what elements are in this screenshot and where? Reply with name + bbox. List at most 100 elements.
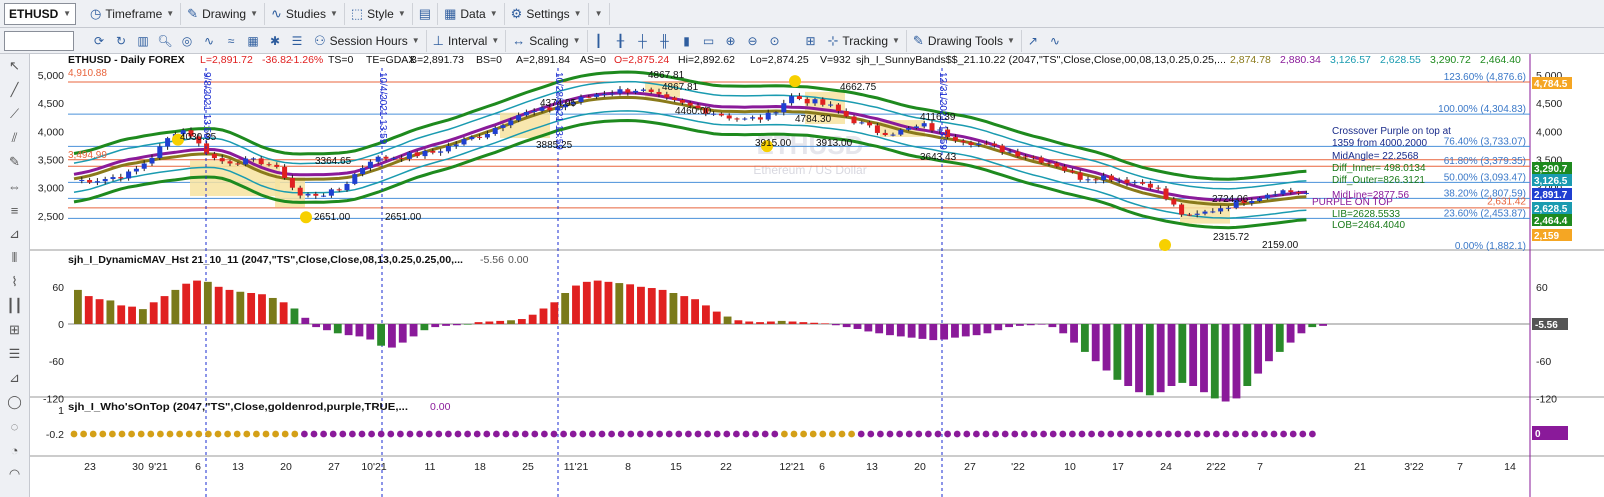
candle-icon[interactable]: ┃ xyxy=(588,31,610,51)
crosshair-grid-icon[interactable]: ⊞ xyxy=(800,31,822,51)
histogram-bar xyxy=(637,286,645,324)
levels-icon[interactable]: ☰ xyxy=(0,342,29,366)
circle-icon[interactable]: ◌ xyxy=(0,414,29,438)
histogram-bar xyxy=(1265,324,1273,362)
time-axis-label: 13 xyxy=(232,461,244,473)
zoom-icon[interactable]: 🔍︎ xyxy=(154,31,176,51)
whos-on-top-dot xyxy=(963,430,971,438)
panel-icon[interactable]: ▭ xyxy=(698,31,720,51)
whos-on-top-dot xyxy=(521,430,529,438)
wave-alt-icon[interactable]: ≈ xyxy=(220,31,242,51)
more-options[interactable]: ▼ xyxy=(589,2,610,25)
bar-chart-icon[interactable]: ▥ xyxy=(132,31,154,51)
bars-icon[interactable]: ┃┃ xyxy=(0,294,29,318)
chart-area[interactable]: ETHUSD Ethereum / US Dollar 9/8/2021 13:… xyxy=(30,54,1604,497)
gauge-icon[interactable]: ◔ xyxy=(0,438,29,462)
candle-body xyxy=(87,179,93,183)
target-icon[interactable]: ◎ xyxy=(176,31,198,51)
candle-body xyxy=(352,174,358,184)
whos-on-top-dot xyxy=(416,430,423,438)
interval-menu[interactable]: ⊥ Interval ▼ xyxy=(427,29,507,52)
pattern-icon[interactable]: ⌇ xyxy=(0,270,29,294)
grid-icon[interactable]: ▦ xyxy=(242,31,264,51)
whos-on-top-dot xyxy=(934,430,942,438)
indicator-icon[interactable]: ∿ xyxy=(1044,31,1066,51)
whos-on-top-dot xyxy=(425,430,433,438)
studies-menu[interactable]: ∿ Studies ▼ xyxy=(265,2,345,25)
symbol-selector[interactable]: ETHUSD ▼ xyxy=(4,2,76,25)
whos-on-top-dot xyxy=(70,430,78,438)
refresh-icon[interactable]: ⟳ xyxy=(88,31,110,51)
whos-on-top-dot xyxy=(1251,430,1259,438)
settings-label: Settings xyxy=(526,6,570,21)
chevron-down-icon: ▼ xyxy=(397,9,406,18)
price-annotation: 2651.00 xyxy=(385,212,422,223)
cursor-icon[interactable]: ↖ xyxy=(0,54,29,78)
zoom-out-icon[interactable]: ⊖ xyxy=(742,31,764,51)
ohlc-icon[interactable]: ┼ xyxy=(632,31,654,51)
channel-icon[interactable]: ⫽ xyxy=(0,126,29,150)
whos-on-top-title: sjh_I_Who'sOnTop (2047,"TS",Close,golden… xyxy=(68,401,408,413)
candle-body xyxy=(890,134,896,136)
candle-body xyxy=(258,158,264,165)
whos-on-top-dot xyxy=(1097,430,1105,438)
candle-alt-icon[interactable]: ╂ xyxy=(610,31,632,51)
time-axis-label: 15 xyxy=(670,461,682,473)
grid-tool-icon[interactable]: ⊞ xyxy=(0,318,29,342)
ohlc-alt-icon[interactable]: ╫ xyxy=(654,31,676,51)
chart-title: ETHUSD - Daily FOREX xyxy=(68,54,185,66)
quick-entry-field[interactable] xyxy=(4,30,74,51)
histogram-bar xyxy=(658,289,667,324)
price-annotation: 4030.35 xyxy=(180,132,217,143)
whos-on-top-dot xyxy=(1289,430,1297,438)
settings-menu[interactable]: ⚙ Settings ▼ xyxy=(505,2,589,25)
candle-body xyxy=(313,193,319,196)
style-menu[interactable]: ⬚ Style ▼ xyxy=(345,2,413,25)
whos-on-top-dot xyxy=(502,430,510,438)
whos-on-top-dot xyxy=(617,430,625,438)
whos-on-top-dot xyxy=(1107,430,1115,438)
histogram-bar xyxy=(323,324,331,331)
session-hours-menu[interactable]: ⚇ Session Hours ▼ xyxy=(308,29,427,52)
ray-icon[interactable]: ⟋ xyxy=(0,102,29,126)
histogram-bar xyxy=(810,322,819,324)
time-axis-label: 22 xyxy=(720,461,732,473)
fib-icon[interactable]: ≡ xyxy=(0,198,29,222)
line-icon[interactable]: ╱ xyxy=(0,78,29,102)
reload-icon[interactable]: ↻ xyxy=(110,31,132,51)
reset-zoom-icon[interactable]: ⊙ xyxy=(764,31,786,51)
scaling-menu[interactable]: ↔ Scaling ▼ xyxy=(506,29,588,52)
trend-icon[interactable]: ↗ xyxy=(1022,31,1044,51)
list-icon[interactable]: ☰ xyxy=(286,31,308,51)
tools-icon[interactable]: ✱ xyxy=(264,31,286,51)
ellipse-icon[interactable]: ◯ xyxy=(0,390,29,414)
whos-on-top-dot xyxy=(445,430,452,438)
gann-icon[interactable]: ⊿ xyxy=(0,222,29,246)
candle-body xyxy=(929,123,935,131)
main-toolbar: ETHUSD ▼ ◷ Timeframe ▼ ✎ Drawing ▼ ∿ Stu… xyxy=(0,0,1604,28)
right-axis-tick: 4,500 xyxy=(1536,98,1562,110)
drawing-tools-menu[interactable]: ✎ Drawing Tools ▼ xyxy=(907,29,1022,52)
arrow-icon[interactable]: ⇔ xyxy=(0,174,29,198)
whos-on-top-dot xyxy=(1222,430,1230,438)
volume-icon[interactable]: ▮ xyxy=(676,31,698,51)
zoom-in-icon[interactable]: ⊕ xyxy=(720,31,742,51)
cycle-icon[interactable]: ⦀ xyxy=(0,246,29,270)
pen-icon[interactable]: ✎ xyxy=(0,150,29,174)
data-menu[interactable]: ▦ Data ▼ xyxy=(438,2,505,25)
time-axis-label: 12'21 xyxy=(779,461,805,473)
wave-icon[interactable]: ∿ xyxy=(198,31,220,51)
histogram-bar xyxy=(647,288,656,324)
layout-button[interactable]: ▤ xyxy=(413,2,439,25)
whos-on-top-dot xyxy=(512,430,519,438)
arc-icon[interactable]: ◠ xyxy=(0,462,29,486)
chevron-down-icon: ▼ xyxy=(1006,36,1015,45)
measure-icon[interactable]: ⊿ xyxy=(0,366,29,390)
candle-body xyxy=(438,151,444,153)
drawing-menu[interactable]: ✎ Drawing ▼ xyxy=(181,2,266,25)
timeframe-menu[interactable]: ◷ Timeframe ▼ xyxy=(84,2,182,25)
price-badge-text: 2,464.4 xyxy=(1534,216,1568,227)
whos-on-top-dot xyxy=(627,430,635,438)
candle-body xyxy=(835,104,841,112)
tracking-menu[interactable]: ⊹ Tracking ▼ xyxy=(822,29,907,52)
